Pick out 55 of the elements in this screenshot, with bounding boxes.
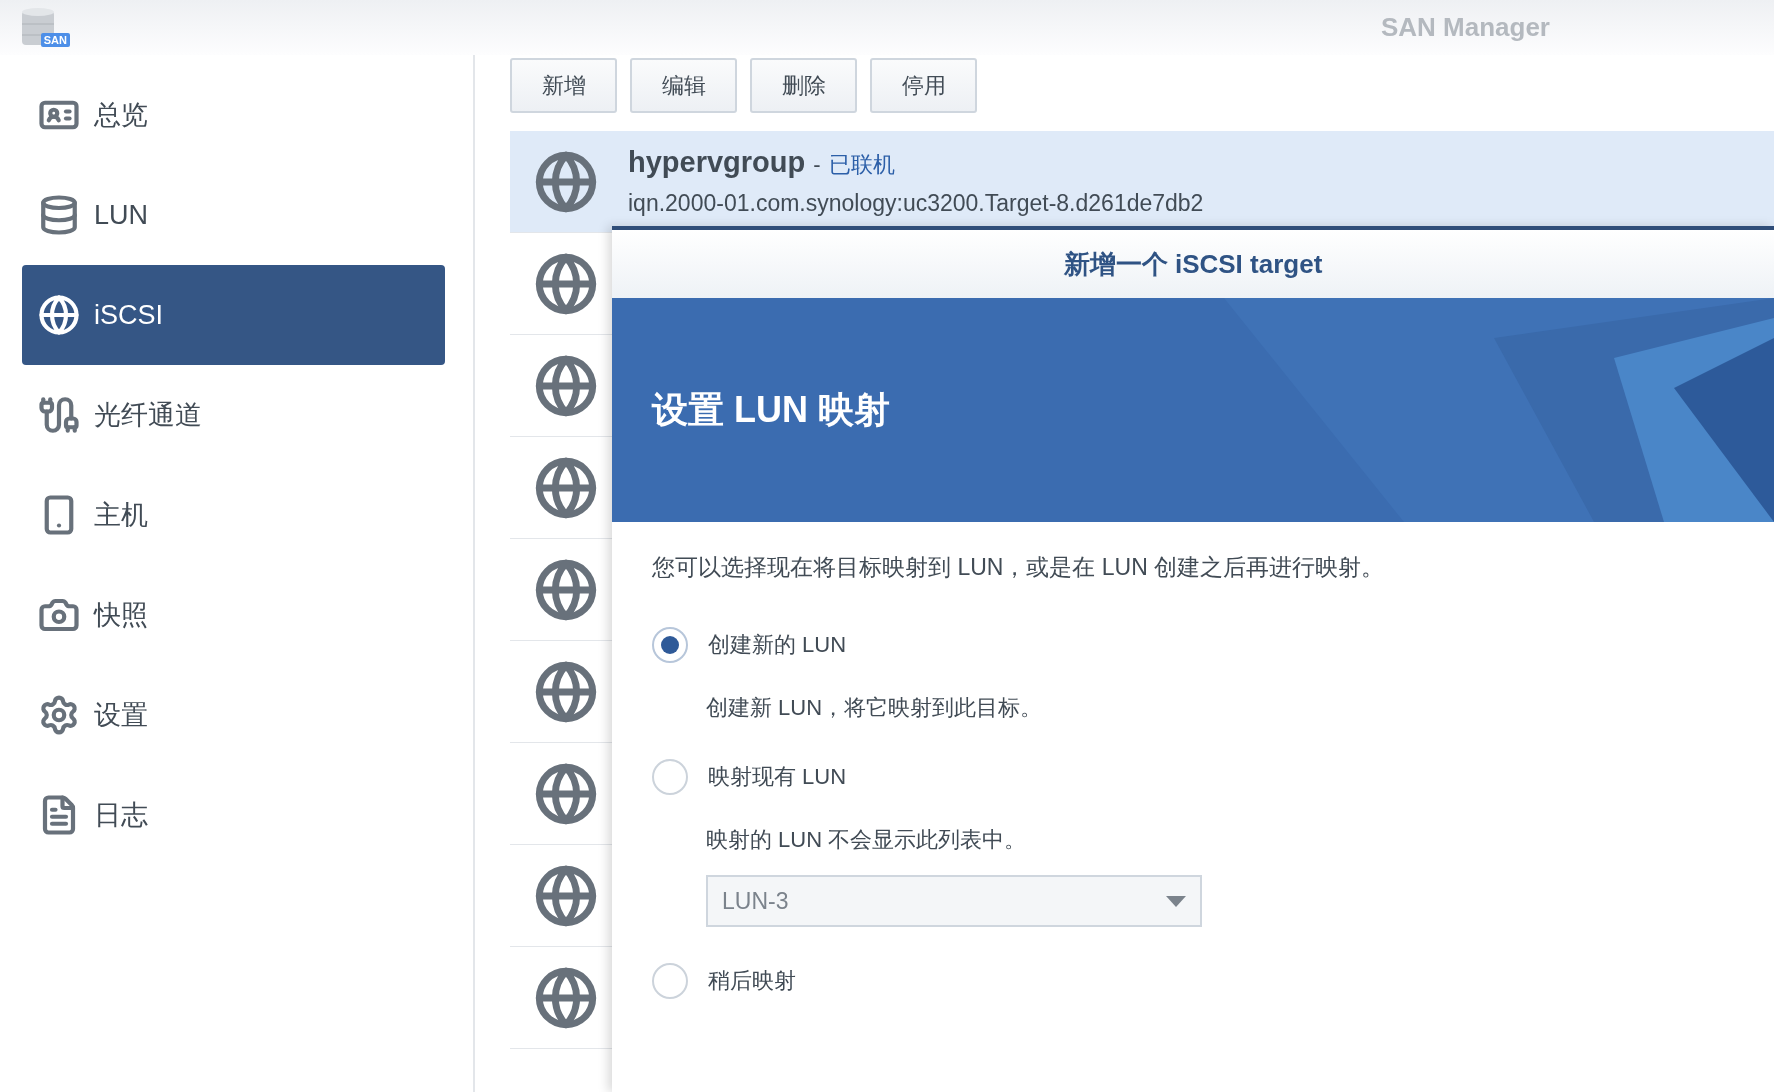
target-iqn: iqn.2000-01.com.synology:uc3200.Target-8.d261de7db2	[628, 190, 1204, 217]
radio-option[interactable]: 稍后映射	[652, 963, 796, 999]
toolbar-button[interactable]: 新增	[510, 58, 617, 113]
sidebar-item-label: 光纤通道	[94, 399, 202, 432]
radio-label: 映射现有 LUN	[708, 763, 847, 791]
select-value: LUN-3	[722, 887, 789, 915]
globe-icon	[534, 659, 598, 724]
sidebar-item-label: 总览	[94, 99, 148, 132]
sidebar-item[interactable]: 主机	[22, 465, 445, 565]
caret-icon	[1166, 895, 1186, 907]
globe-icon	[534, 761, 598, 826]
sidebar-item[interactable]: 快照	[22, 565, 445, 665]
sidebar-item-label: LUN	[94, 199, 148, 231]
radio-option[interactable]: 创建新的 LUN	[652, 627, 847, 663]
globe-icon	[534, 557, 598, 622]
dialog-description: 您可以选择现在将目标映射到 LUN，或是在 LUN 创建之后再进行映射。	[652, 553, 1386, 582]
option-description: 映射的 LUN 不会显示此列表中。	[706, 826, 1028, 854]
radio-label: 创建新的 LUN	[708, 631, 847, 659]
radio-option[interactable]: 映射现有 LUN	[652, 759, 847, 795]
cable-icon	[38, 394, 80, 436]
sidebar-item[interactable]: 光纤通道	[22, 365, 445, 465]
sidebar-item[interactable]: 日志	[22, 765, 445, 865]
separator-text: -	[813, 152, 821, 178]
radio-button[interactable]	[652, 627, 688, 663]
dialog-title: 新增一个 iSCSI target	[612, 230, 1774, 298]
toolbar-button[interactable]: 停用	[870, 58, 977, 113]
radio-button[interactable]	[652, 759, 688, 795]
radio-label: 稍后映射	[708, 967, 796, 995]
sidebar-item[interactable]: LUN	[22, 165, 445, 265]
globe-icon	[534, 251, 598, 316]
option-description: 创建新 LUN，将它映射到此目标。	[706, 694, 1044, 722]
sidebar-item[interactable]: 总览	[22, 65, 445, 165]
sidebar-item[interactable]: iSCSI	[22, 265, 445, 365]
sidebar-item-label: 主机	[94, 499, 148, 532]
dialog-heading: 设置 LUN 映射	[652, 387, 890, 432]
target-status: 已联机	[828, 151, 895, 179]
sidebar-item-label: 快照	[94, 599, 148, 632]
globe-icon	[534, 149, 598, 214]
globe-icon	[534, 965, 598, 1030]
window-title: SAN Manager	[1380, 12, 1550, 43]
database-icon	[38, 194, 80, 236]
target-name: hypervgroup	[628, 146, 806, 179]
globe-icon	[38, 294, 80, 336]
globe-icon	[534, 455, 598, 520]
globe-icon	[534, 353, 598, 418]
radio-button[interactable]	[652, 963, 688, 999]
settings-icon	[38, 694, 80, 736]
globe-icon	[534, 863, 598, 928]
toolbar-button[interactable]: 编辑	[630, 58, 737, 113]
target-row[interactable]: hypervgroup - 已联机 iqn.2000-01.com.synology:uc3200.Target-8.d261de7db2	[510, 131, 1774, 233]
sidebar-item-label: iSCSI	[94, 299, 164, 331]
sidebar-item-label: 日志	[94, 799, 148, 832]
toolbar-button[interactable]: 删除	[750, 58, 857, 113]
sidebar-item[interactable]: 设置	[22, 665, 445, 765]
sidebar-item-label: 设置	[94, 699, 148, 732]
